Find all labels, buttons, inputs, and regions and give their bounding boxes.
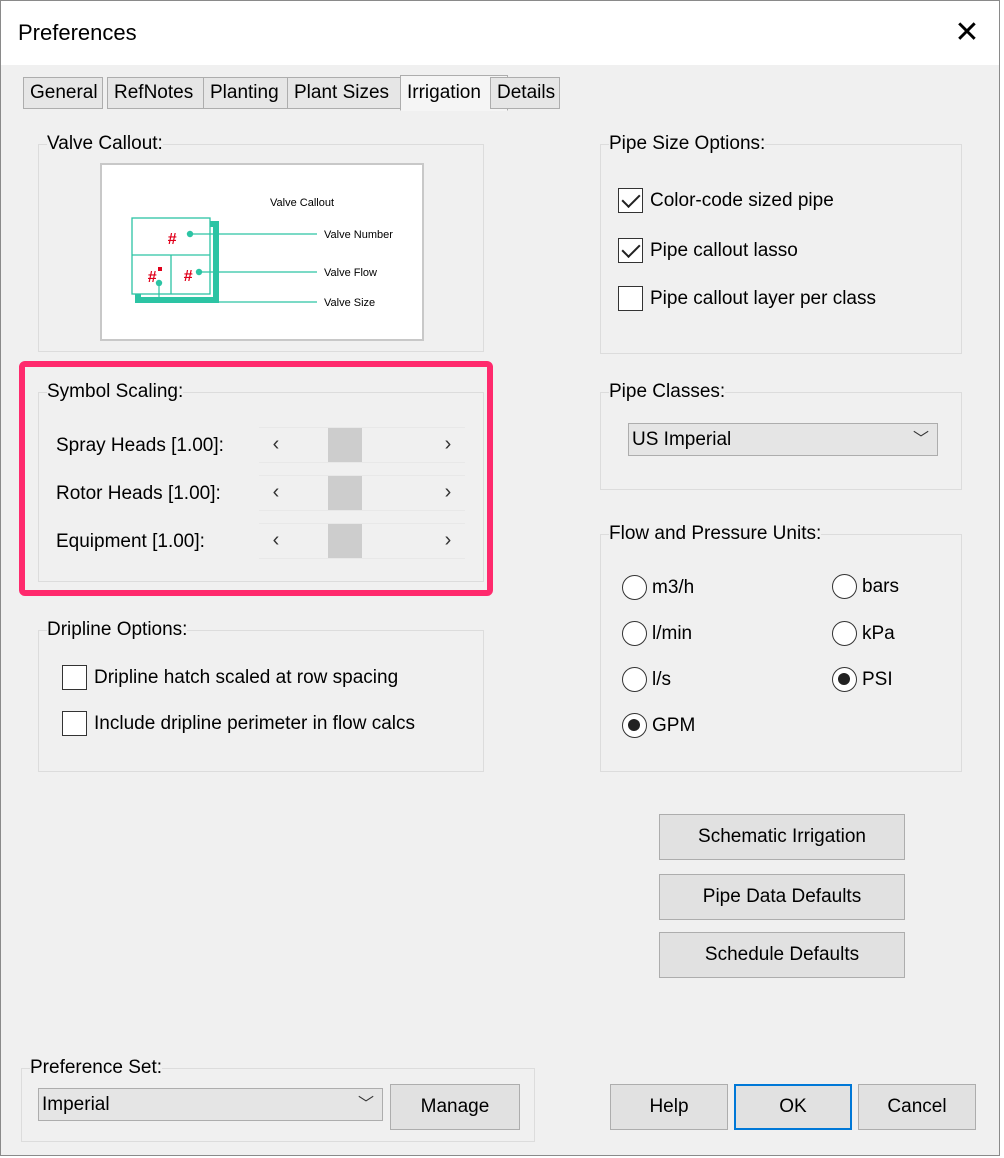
symbol-scaling-highlight	[19, 361, 493, 596]
unit-gpm-radio[interactable]	[622, 713, 647, 738]
unit-gpm-text: GPM	[652, 714, 696, 736]
callout-lasso-checkbox[interactable]	[618, 238, 643, 263]
tab-plant-sizes[interactable]: Plant Sizes	[287, 77, 417, 109]
unit-ls-text: l/s	[652, 668, 671, 690]
cancel-button[interactable]: Cancel	[858, 1084, 976, 1130]
unit-kpa-text: kPa	[862, 622, 895, 644]
valve-callout-preview: Valve Callout # # # Valve Number Valve F…	[100, 163, 424, 341]
flow-units-label: Flow and Pressure Units:	[609, 523, 822, 545]
schedule-defaults-button[interactable]: Schedule Defaults	[659, 932, 905, 978]
dripline-perimeter-text: Include dripline perimeter in flow calcs	[94, 712, 416, 734]
preferences-dialog: Preferences ✕ General RefNotes Planting …	[0, 0, 1000, 1156]
manage-button[interactable]: Manage	[390, 1084, 520, 1130]
unit-bars-text: bars	[862, 575, 899, 597]
unit-kpa-option[interactable]: kPa	[832, 621, 895, 646]
callout-layer-checkbox[interactable]	[618, 286, 643, 311]
callout-layer-option[interactable]: Pipe callout layer per class	[618, 286, 876, 311]
pipe-data-defaults-button[interactable]: Pipe Data Defaults	[659, 874, 905, 920]
pipe-classes-select[interactable]: US Imperial ﹀	[628, 423, 938, 456]
callout-layer-text: Pipe callout layer per class	[650, 287, 876, 309]
valve-number-text: Valve Number	[324, 229, 393, 241]
unit-kpa-radio[interactable]	[832, 621, 857, 646]
help-button[interactable]: Help	[610, 1084, 728, 1130]
dripline-hatch-option[interactable]: Dripline hatch scaled at row spacing	[62, 665, 398, 690]
valve-callout-label: Valve Callout:	[47, 133, 163, 155]
ok-button[interactable]: OK	[734, 1084, 852, 1130]
pipe-classes-label: Pipe Classes:	[609, 381, 726, 403]
preference-set-value: Imperial	[42, 1094, 110, 1115]
unit-ls-option[interactable]: l/s	[622, 667, 671, 692]
unit-psi-text: PSI	[862, 668, 893, 690]
valve-flow-hash: #	[184, 268, 193, 285]
tab-general[interactable]: General	[23, 77, 103, 109]
valve-callout-diagram: Valve Callout # # # Valve Number Valve F…	[131, 197, 393, 309]
pipe-size-options-label: Pipe Size Options:	[609, 133, 766, 155]
dripline-options-label: Dripline Options:	[47, 619, 188, 641]
valve-size-hash: #	[148, 269, 157, 286]
title-bar: Preferences ✕	[1, 1, 999, 65]
chevron-down-icon: ﹀	[912, 431, 929, 448]
pipe-classes-value: US Imperial	[632, 429, 732, 450]
unit-psi-option[interactable]: PSI	[832, 667, 893, 692]
unit-m3h-radio[interactable]	[622, 575, 647, 600]
chevron-down-icon: ﹀	[357, 1096, 374, 1113]
callout-lasso-option[interactable]: Pipe callout lasso	[618, 238, 798, 263]
preference-set-select[interactable]: Imperial ﹀	[38, 1088, 383, 1121]
unit-lmin-option[interactable]: l/min	[622, 621, 692, 646]
valve-number-hash: #	[168, 231, 177, 248]
dripline-perimeter-option[interactable]: Include dripline perimeter in flow calcs	[62, 711, 415, 736]
preview-title: Valve Callout	[270, 197, 334, 209]
tab-details[interactable]: Details	[490, 77, 560, 109]
close-icon[interactable]: ✕	[945, 13, 989, 53]
schematic-irrigation-button[interactable]: Schematic Irrigation	[659, 814, 905, 860]
callout-lasso-text: Pipe callout lasso	[650, 239, 798, 261]
window-title: Preferences	[18, 20, 137, 45]
unit-lmin-radio[interactable]	[622, 621, 647, 646]
preference-set-label: Preference Set:	[30, 1057, 163, 1079]
color-code-option[interactable]: Color-code sized pipe	[618, 188, 834, 213]
unit-bars-radio[interactable]	[832, 574, 857, 599]
valve-flow-text: Valve Flow	[324, 267, 377, 279]
dripline-options-group	[38, 630, 484, 772]
dripline-hatch-text: Dripline hatch scaled at row spacing	[94, 666, 399, 688]
unit-ls-radio[interactable]	[622, 667, 647, 692]
color-code-text: Color-code sized pipe	[650, 189, 834, 211]
dripline-perimeter-checkbox[interactable]	[62, 711, 87, 736]
color-code-checkbox[interactable]	[618, 188, 643, 213]
unit-psi-radio[interactable]	[832, 667, 857, 692]
unit-lmin-text: l/min	[652, 622, 693, 644]
unit-m3h-text: m3/h	[652, 576, 695, 598]
unit-gpm-option[interactable]: GPM	[622, 713, 695, 738]
valve-size-text: Valve Size	[324, 297, 375, 309]
dripline-hatch-checkbox[interactable]	[62, 665, 87, 690]
unit-bars-option[interactable]: bars	[832, 574, 899, 599]
unit-m3h-option[interactable]: m3/h	[622, 575, 694, 600]
